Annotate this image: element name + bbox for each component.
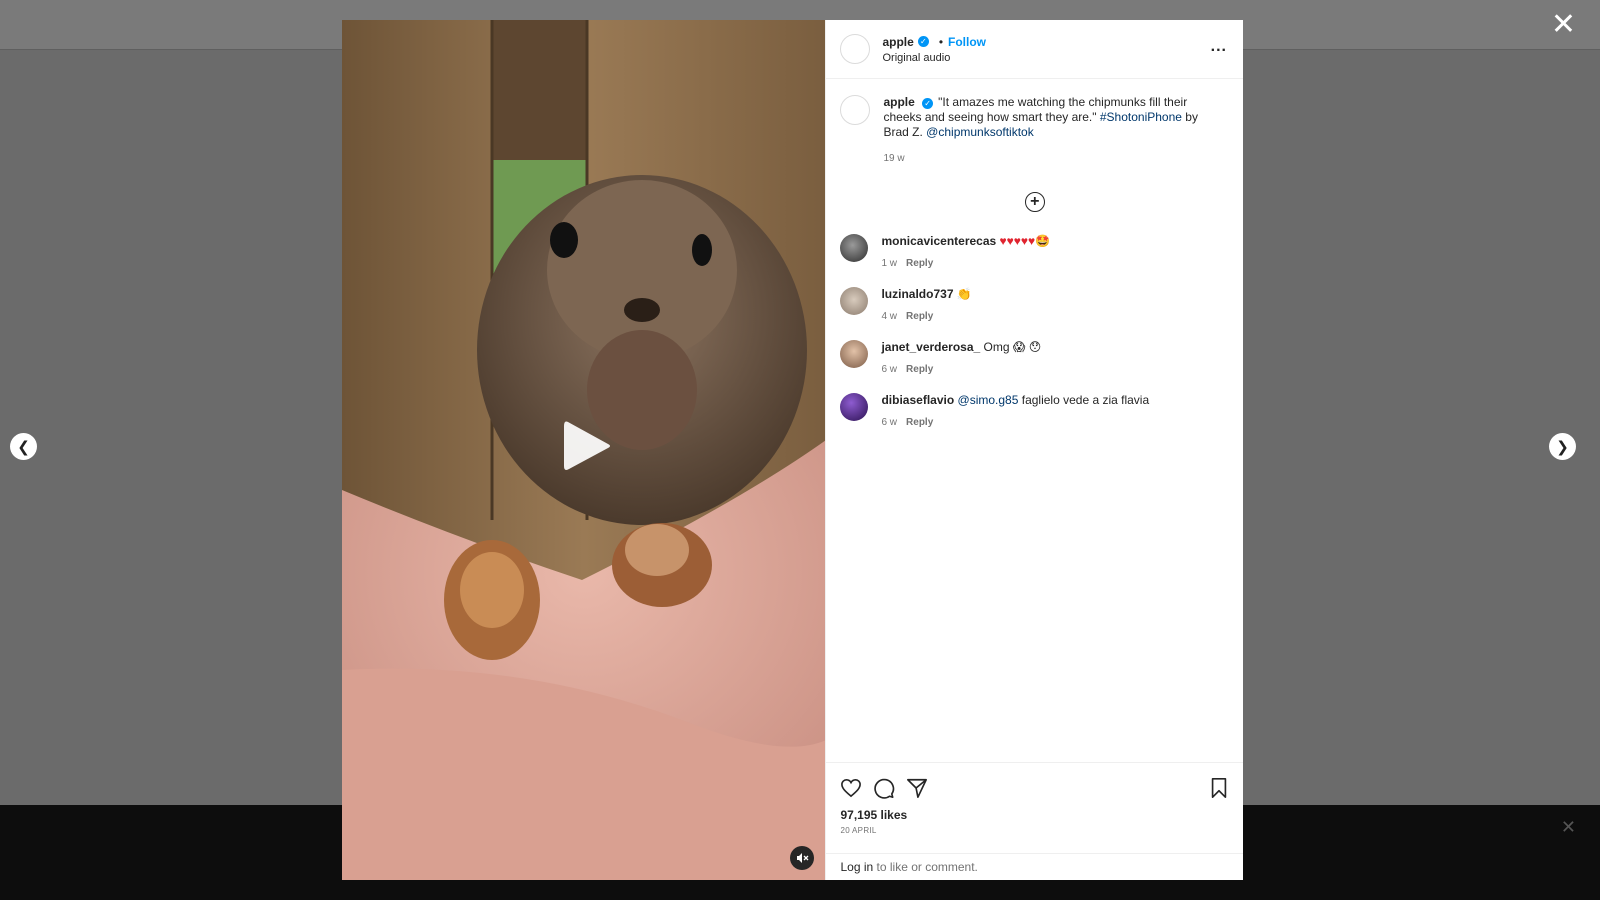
- mention-link[interactable]: @chipmunksoftiktok: [926, 125, 1034, 139]
- avatar[interactable]: [840, 234, 869, 262]
- comment-time: 6 w: [881, 417, 898, 428]
- comments-section[interactable]: apple ✓ "It amazes me watching the chipmu…: [826, 79, 1243, 762]
- login-link[interactable]: Log in: [840, 860, 873, 874]
- bookmark-icon[interactable]: [1209, 777, 1229, 799]
- banner-close-icon[interactable]: ✕: [1561, 817, 1576, 838]
- reply-button[interactable]: Reply: [906, 258, 933, 269]
- caption-username[interactable]: apple: [883, 95, 914, 109]
- login-prompt: Log in to like or comment.: [826, 853, 1243, 880]
- audio-label[interactable]: Original audio: [882, 52, 986, 64]
- avatar[interactable]: [840, 34, 871, 64]
- comment-text: ♥♥♥♥♥🤩: [999, 234, 1051, 248]
- comment-item: monicavicenterecas ♥♥♥♥♥🤩 1 w Reply: [840, 234, 1229, 271]
- video-player[interactable]: [342, 20, 826, 880]
- separator-dot: •: [938, 34, 944, 49]
- post-header: apple ✓ • Follow Original audio ...: [826, 20, 1243, 79]
- mention-link[interactable]: @simo.g85: [958, 393, 1019, 407]
- likes-count[interactable]: 97,195 likes: [840, 808, 1229, 822]
- muted-speaker-icon[interactable]: [790, 846, 814, 870]
- close-icon[interactable]: ✕: [1551, 10, 1576, 40]
- post-author-username[interactable]: apple: [882, 35, 913, 49]
- comment-text: Omg 😱 😯: [983, 340, 1042, 354]
- post-modal: apple ✓ • Follow Original audio ... appl…: [342, 20, 1243, 880]
- caption-timestamp: 19 w: [883, 153, 905, 164]
- avatar[interactable]: [840, 287, 869, 315]
- avatar[interactable]: [840, 95, 871, 125]
- comment-text: 👏: [956, 287, 972, 301]
- post-date: 20 APRIL: [840, 826, 877, 835]
- post-caption: apple ✓ "It amazes me watching the chipmu…: [840, 95, 1229, 166]
- comment-time: 1 w: [881, 258, 898, 269]
- comment-username[interactable]: dibiaseflavio: [881, 393, 954, 407]
- paper-plane-icon[interactable]: [906, 777, 928, 799]
- load-more-comments-icon[interactable]: +: [1024, 192, 1045, 212]
- comment-item: luzinaldo737 👏 4 w Reply: [840, 287, 1229, 324]
- avatar[interactable]: [840, 340, 869, 368]
- heart-icon[interactable]: [840, 778, 862, 798]
- comment-icon[interactable]: [873, 777, 895, 799]
- reply-button[interactable]: Reply: [906, 417, 933, 428]
- more-options-icon[interactable]: ...: [1211, 38, 1227, 56]
- follow-button[interactable]: Follow: [948, 35, 986, 49]
- reply-button[interactable]: Reply: [906, 364, 933, 375]
- comment-time: 6 w: [881, 364, 898, 375]
- avatar[interactable]: [840, 393, 869, 421]
- comment-username[interactable]: janet_verderosa_: [881, 340, 980, 354]
- login-prompt-text: to like or comment.: [876, 860, 978, 874]
- comment-username[interactable]: luzinaldo737: [881, 287, 953, 301]
- hashtag-link[interactable]: #ShotoniPhone: [1100, 110, 1182, 124]
- chevron-right-icon[interactable]: ❯: [1549, 433, 1576, 460]
- chevron-left-icon[interactable]: ❮: [10, 433, 37, 460]
- comment-username[interactable]: monicavicenterecas: [881, 234, 996, 248]
- verified-badge-icon: ✓: [922, 98, 934, 109]
- play-icon[interactable]: [562, 418, 612, 479]
- comment-item: janet_verderosa_ Omg 😱 😯 6 w Reply: [840, 340, 1229, 377]
- comment-item: dibiaseflavio @simo.g85 faglielo vede a …: [840, 393, 1229, 430]
- comment-time: 4 w: [881, 311, 898, 322]
- comment-text: faglielo vede a zia flavia: [1021, 393, 1150, 407]
- reply-button[interactable]: Reply: [906, 311, 933, 322]
- post-actions: 97,195 likes 20 APRIL: [826, 762, 1243, 853]
- post-details-panel: apple ✓ • Follow Original audio ... appl…: [825, 20, 1243, 880]
- verified-badge-icon: ✓: [917, 36, 929, 47]
